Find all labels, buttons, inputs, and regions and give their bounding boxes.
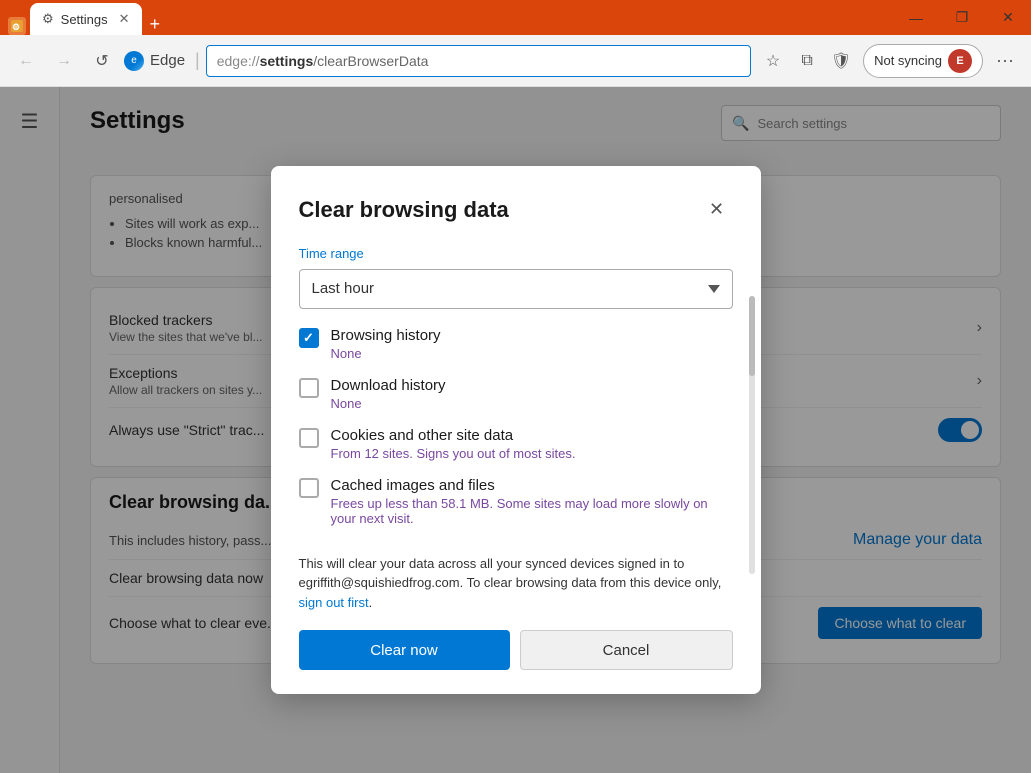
check-browsing-history[interactable] (299, 328, 319, 348)
minimize-button[interactable]: — (893, 0, 939, 35)
url-scheme: edge:// (217, 53, 260, 69)
app-icon: ⚙ (8, 17, 26, 35)
time-range-select[interactable]: Last hour Last 24 hours Last 7 days Last… (299, 269, 733, 309)
modal-scrollbar-thumb (749, 296, 755, 376)
tab-title: Settings (61, 12, 108, 27)
tab-area: ⚙ ⚙ Settings ✕ + (0, 0, 893, 35)
edge-brand-label: Edge (150, 52, 185, 69)
favorites-icon[interactable]: ☆ (757, 45, 789, 77)
window-controls: — ❐ ✕ (893, 0, 1031, 35)
not-syncing-label: Not syncing (874, 53, 942, 68)
check-download-history[interactable] (299, 378, 319, 398)
avatar: E (948, 49, 972, 73)
modal-overlay: Clear browsing data ✕ Time range Last ho… (0, 87, 1031, 773)
clear-browsing-modal: Clear browsing data ✕ Time range Last ho… (271, 166, 761, 695)
check-item-browsing-history: Browsing history None (299, 327, 729, 361)
sync-notice-text: This will clear your data across all you… (299, 556, 722, 591)
checkbox-scroll-area: Browsing history None Download history N… (299, 327, 733, 542)
check-sub-cookies: From 12 sites. Signs you out of most sit… (331, 446, 576, 461)
modal-close-button[interactable]: ✕ (701, 194, 733, 226)
time-range-label: Time range (299, 246, 733, 261)
check-cached[interactable] (299, 478, 319, 498)
modal-title: Clear browsing data (299, 197, 509, 223)
modal-header: Clear browsing data ✕ (299, 194, 733, 226)
cancel-button[interactable]: Cancel (520, 630, 733, 670)
tab-close-icon[interactable]: ✕ (119, 11, 130, 27)
modal-buttons: Clear now Cancel (299, 630, 733, 670)
main-area: ☰ 🔍 Search settings Settings personalise… (0, 87, 1031, 773)
check-item-cookies: Cookies and other site data From 12 site… (299, 427, 729, 461)
restore-button[interactable]: ❐ (939, 0, 985, 35)
check-cookies[interactable] (299, 428, 319, 448)
address-bar: ← → ↺ e Edge | edge://settings/clearBrow… (0, 35, 1031, 87)
check-label-cached: Cached images and files (331, 477, 729, 494)
check-item-cached: Cached images and files Frees up less th… (299, 477, 729, 526)
svg-text:⚙: ⚙ (12, 22, 20, 32)
edge-logo: e (124, 51, 144, 71)
check-label-cookies: Cookies and other site data (331, 427, 576, 444)
check-item-download-history: Download history None (299, 377, 729, 411)
sync-button[interactable]: Not syncing E (863, 44, 983, 78)
collections-icon[interactable]: ⧉ (791, 45, 823, 77)
url-path: /clearBrowserData (313, 53, 428, 69)
check-label-download-history: Download history (331, 377, 446, 394)
modal-scrollbar[interactable] (749, 296, 755, 575)
url-bar[interactable]: edge://settings/clearBrowserData (206, 45, 751, 77)
sync-notice: This will clear your data across all you… (299, 554, 733, 613)
check-sub-cached: Frees up less than 58.1 MB. Some sites m… (331, 496, 729, 526)
browser-essentials-icon[interactable]: 🛡 (825, 45, 857, 77)
clear-now-button[interactable]: Clear now (299, 630, 510, 670)
check-sub-download-history: None (331, 396, 446, 411)
url-site: settings (260, 53, 314, 69)
check-sub-browsing-history: None (331, 346, 441, 361)
check-label-browsing-history: Browsing history (331, 327, 441, 344)
active-tab[interactable]: ⚙ Settings ✕ (30, 3, 142, 35)
new-tab-button[interactable]: + (142, 14, 169, 35)
toolbar-icons: ☆ ⧉ 🛡 (757, 45, 857, 77)
refresh-button[interactable]: ↺ (86, 45, 118, 77)
sign-out-link[interactable]: sign out first (299, 595, 369, 610)
forward-button[interactable]: → (48, 45, 80, 77)
url-separator: | (195, 50, 200, 71)
close-button[interactable]: ✕ (985, 0, 1031, 35)
sync-notice-period: . (369, 595, 373, 610)
back-button[interactable]: ← (10, 45, 42, 77)
title-bar: ⚙ ⚙ Settings ✕ + — ❐ ✕ (0, 0, 1031, 35)
more-button[interactable]: ··· (989, 45, 1021, 77)
time-range-section: Time range Last hour Last 24 hours Last … (299, 246, 733, 327)
